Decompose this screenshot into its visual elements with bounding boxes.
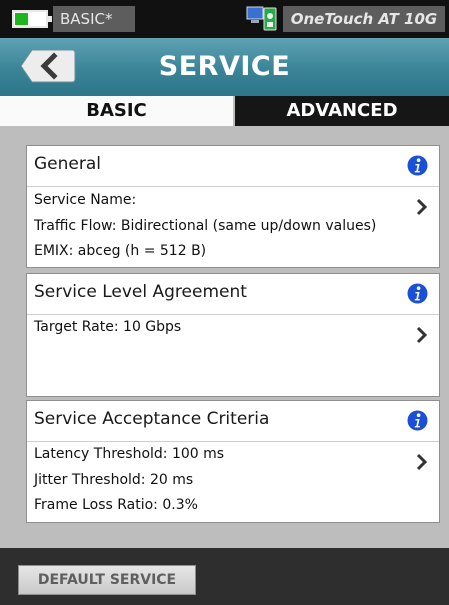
service-name-line: Service Name: <box>34 192 137 208</box>
default-service-button[interactable]: DEFAULT SERVICE <box>18 565 196 595</box>
title-bar: SERVICE <box>0 38 449 96</box>
chevron-right-icon[interactable] <box>416 326 428 344</box>
sla-card[interactable]: Service Level Agreement Target Rate: 10 … <box>26 273 440 397</box>
traffic-flow-line: Traffic Flow: Bidirectional (same up/dow… <box>34 218 377 234</box>
sla-card-title: Service Level Agreement <box>34 282 247 302</box>
back-button[interactable] <box>20 48 76 84</box>
info-icon[interactable] <box>407 410 428 431</box>
acceptance-criteria-card-title: Service Acceptance Criteria <box>34 409 270 429</box>
network-status-icon[interactable] <box>246 4 278 34</box>
footer-bar: DEFAULT SERVICE <box>0 548 449 605</box>
general-card[interactable]: General Service Name: Traffic Flow: Bidi… <box>26 145 440 268</box>
info-icon[interactable] <box>407 283 428 304</box>
card-divider <box>27 314 439 315</box>
emix-line: EMIX: abceg (h = 512 B) <box>34 243 207 259</box>
target-rate-line: Target Rate: 10 Gbps <box>34 319 182 335</box>
general-card-title: General <box>34 154 101 174</box>
card-divider <box>27 186 439 187</box>
jitter-threshold-line: Jitter Threshold: 20 ms <box>34 472 194 488</box>
device-name: OneTouch AT 10G <box>283 6 445 32</box>
status-bar: BASIC* OneTouch AT 10G <box>0 0 449 38</box>
chevron-right-icon[interactable] <box>416 198 428 216</box>
tab-bar: BASIC ADVANCED <box>0 96 449 126</box>
profile-name[interactable]: BASIC* <box>53 6 135 32</box>
chevron-right-icon[interactable] <box>416 453 428 471</box>
battery-icon <box>12 10 52 28</box>
frame-loss-ratio-line: Frame Loss Ratio: 0.3% <box>34 497 198 513</box>
info-icon[interactable] <box>407 155 428 176</box>
tab-basic[interactable]: BASIC <box>0 96 233 126</box>
acceptance-criteria-card[interactable]: Service Acceptance Criteria Latency Thre… <box>26 400 440 523</box>
card-divider <box>27 441 439 442</box>
tab-advanced[interactable]: ADVANCED <box>235 96 449 126</box>
latency-threshold-line: Latency Threshold: 100 ms <box>34 446 225 462</box>
